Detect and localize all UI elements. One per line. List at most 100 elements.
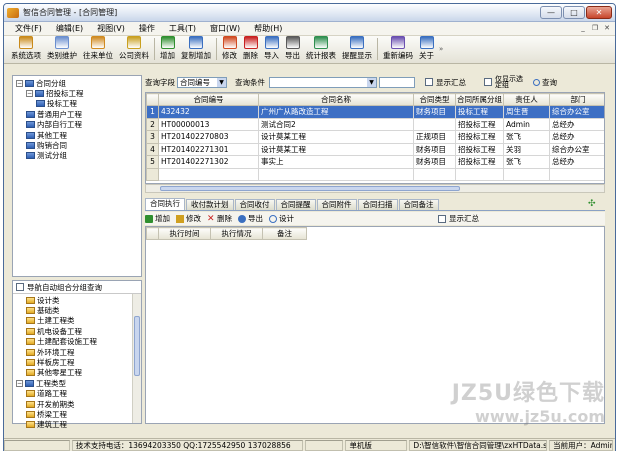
table-row[interactable]: 4 HT201402271301 设计莫某工程 财务项目 招投标工程 关羽 综合办公室 [146,142,604,156]
tree-item[interactable]: 设计类 [13,295,141,305]
toolbar-button-8[interactable]: 导入 [261,36,282,61]
detail-add-button[interactable]: 增加 [145,213,170,224]
toolbar-button-10[interactable]: 统计报表 [303,36,339,61]
category-tree-scrollbar[interactable] [132,294,141,423]
tree-item[interactable]: 机电设备工程 [13,326,141,336]
table-row[interactable]: 1 432432 广州广从路改造工程 财务项目 投标工程 周生晋 综合办公室 [146,105,604,119]
tree-item[interactable]: 土建配套设施工程 [13,337,141,347]
table-cell: 总经办 [549,130,604,144]
tree-item[interactable]: − 合同分组 [13,78,141,88]
query-field-select[interactable]: 合同编号 ▼ [177,76,227,88]
query-text-input[interactable] [379,76,415,88]
folder-icon [26,348,35,356]
query-button[interactable]: 查询 [533,77,557,88]
grid-column-header[interactable]: 部门 [549,93,604,106]
tree-item[interactable]: 购销合同 [13,140,141,150]
table-row[interactable]: 3 HT201402270803 设计莫某工程 正规项目 招投标工程 张飞 总经办 [146,130,604,144]
tab-3[interactable]: 合同提醒 [275,199,316,210]
detail-design-button[interactable]: 设计 [269,213,294,224]
detail-edit-button[interactable]: 修改 [176,213,201,224]
tree-expander-icon[interactable]: − [16,379,23,387]
execution-column-header[interactable]: 执行时间 [158,227,211,240]
minimize-button[interactable]: — [540,6,562,19]
tab-6[interactable]: 合同备注 [398,199,439,210]
toolbar-button-5[interactable]: 复制增加 [178,36,214,61]
tab-1[interactable]: 收付款计划 [186,199,234,210]
toolbar-button-6[interactable]: 修改 [219,36,240,61]
pin-icon[interactable]: ✣ [588,199,598,209]
toolbar-button-2[interactable]: 往来单位 [80,36,116,61]
tab-0[interactable]: 合同执行 [145,198,185,210]
execution-column-header[interactable]: 备注 [262,227,307,240]
tree-item[interactable]: 投标工程 [13,99,141,109]
query-condition-input[interactable]: ▼ [269,76,377,88]
detail-export-button[interactable]: 导出 [238,213,263,224]
mdi-minimize-button[interactable]: _ [578,24,588,33]
chevron-down-icon[interactable]: ▼ [367,77,376,87]
menu-edit[interactable]: 编辑(E) [49,23,90,34]
table-row[interactable]: 5 HT201402271302 事实上 财务项目 招投标工程 张飞 总经办 [146,155,604,169]
folder-icon [26,110,35,118]
grid-column-header[interactable]: 责任人 [503,93,550,106]
tree-item[interactable]: 其他工程 [13,130,141,140]
detail-delete-button[interactable]: ✕ 删除 [207,213,232,224]
toolbar-button-12[interactable]: 重新编码 [380,36,416,61]
tab-2[interactable]: 合同收付 [234,199,275,210]
grid-horizontal-scrollbar[interactable] [145,184,605,193]
tree-item[interactable]: 建筑工程 [13,420,141,430]
grid-column-header[interactable]: 合同所属分组 [455,93,504,106]
grid-column-header[interactable]: 合同类型 [413,93,456,106]
tree-item[interactable]: 测试分组 [13,151,141,161]
tree-item[interactable]: 桥梁工程 [13,409,141,419]
category-tree[interactable]: 设计类 基础类 土建工程类 机电设备工程 土建配套设施工程 外环境工程 样板房工程 其他零星工… [13,294,141,430]
tree-expander-icon[interactable]: − [26,90,33,98]
toolbar-button-11[interactable]: 提醒显示 [339,36,375,61]
scrollbar-thumb[interactable] [160,186,460,191]
close-button[interactable]: ✕ [586,6,612,19]
tree-item[interactable]: 外环境工程 [13,347,141,357]
show-selected-group-checkbox[interactable] [484,78,492,86]
table-row[interactable]: 2 HT00000013 测试合同2 招投标工程 Admin 总经办 [146,117,604,131]
contract-grid[interactable]: 合同编号 合同名称 合同类型 合同所属分组 责任人 部门 1 432432 广州广从路改造工程… [145,92,605,184]
toolbar-button-0[interactable]: 系统选项 [8,36,44,61]
grid-column-header[interactable]: 合同编号 [158,93,259,106]
tree-item[interactable]: 内部自行工程 [13,120,141,130]
toolbar-button-1[interactable]: 类别维护 [44,36,80,61]
toolbar-button-9[interactable]: 导出 [282,36,303,61]
toolbar-button-7[interactable]: 删除 [240,36,261,61]
grid-column-header[interactable]: 合同名称 [258,93,414,106]
detail-summary-checkbox[interactable] [438,214,446,223]
menu-tools[interactable]: 工具(T) [162,23,203,34]
status-support: 技术支持电话：13694203350 QQ:1725542950 1370288… [71,439,304,451]
tree-item[interactable]: 样板房工程 [13,357,141,367]
menu-help[interactable]: 帮助(H) [247,23,289,34]
show-summary-checkbox[interactable] [425,78,433,86]
tab-4[interactable]: 合同附件 [316,199,357,210]
tree-item[interactable]: 土建工程类 [13,316,141,326]
tree-item[interactable]: 开发前期类 [13,399,141,409]
tab-5[interactable]: 合同扫描 [357,199,398,210]
toolbar-button-13[interactable]: 关于 [416,36,437,61]
toolbar-button-3[interactable]: 公司资料 [116,36,152,61]
maximize-button[interactable]: □ [563,6,585,19]
menu-operate[interactable]: 操作 [132,23,162,34]
toolbar-button-4[interactable]: 增加 [157,36,178,61]
menu-file[interactable]: 文件(F) [8,23,49,34]
execution-column-header[interactable]: 执行情况 [210,227,263,240]
nav-group-checkbox[interactable] [16,283,24,291]
chevron-down-icon[interactable]: ▼ [217,77,226,87]
tree-item[interactable]: 基础类 [13,305,141,315]
tree-expander-icon[interactable]: − [16,79,23,87]
tree-item[interactable]: 普通用户工程 [13,109,141,119]
tree-item[interactable]: − 招投标工程 [13,88,141,98]
mdi-close-button[interactable]: ✕ [602,24,612,33]
menu-window[interactable]: 窗口(W) [203,23,247,34]
group-tree[interactable]: − 合同分组 − 招投标工程 投标工程 普通用户工程 内部自行工程 其他工程 购销合同 测试分组 [12,75,142,277]
tree-item[interactable]: 道路工程 [13,389,141,399]
tree-item[interactable]: − 工程类型 [13,378,141,388]
menu-view[interactable]: 视图(V) [90,23,132,34]
scrollbar-thumb[interactable] [134,316,140,376]
tree-item[interactable]: 其他零星工程 [13,368,141,378]
mdi-restore-button[interactable]: ❐ [590,24,600,33]
toolbar-overflow-icon[interactable]: » [439,45,443,53]
